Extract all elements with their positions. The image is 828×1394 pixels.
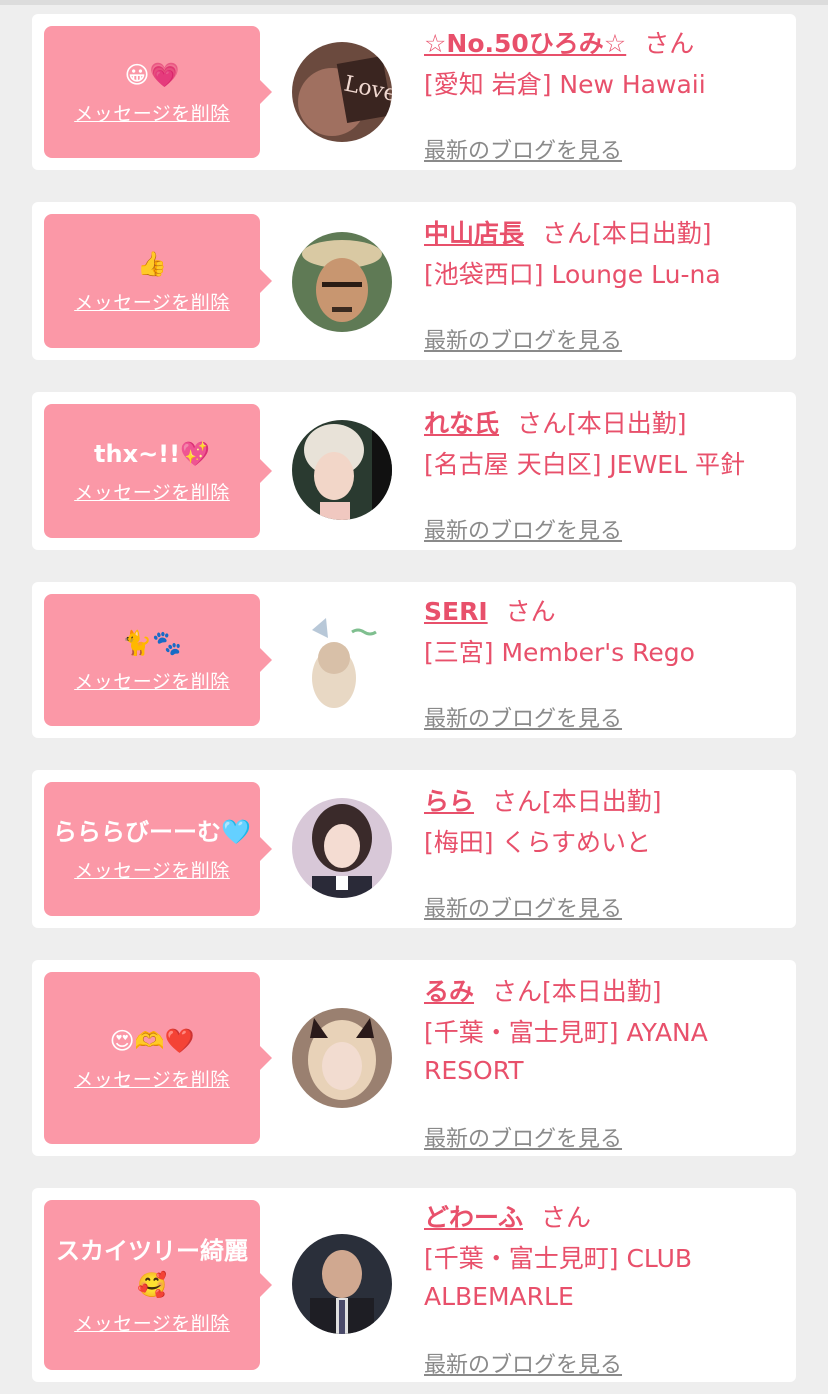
message-text: らららびーーむ🩵 (53, 818, 251, 846)
name-line: らら さん[本日出勤] (424, 786, 784, 818)
avatar[interactable] (292, 798, 392, 898)
avatar[interactable] (292, 1234, 392, 1334)
shop-info: [愛知 岩倉] New Hawaii (424, 70, 706, 99)
message-text: 😍🫶❤️ (109, 1027, 195, 1055)
list-item: らららびーーむ🩵 メッセージを削除 らら さん[本日出勤] [梅田] くらすめいと… (32, 770, 796, 928)
user-name-link[interactable]: らら (424, 787, 474, 816)
shop-info: [名古屋 天白区] JEWEL 平針 (424, 450, 745, 479)
list-item: thx~!!💖 メッセージを削除 れな氏 さん[本日出勤] [名古屋 天白区] J… (32, 392, 796, 550)
honorific-status: さん[本日出勤] (492, 787, 662, 816)
list-item: 👍 メッセージを削除 中山店長 さん[本日出勤] [池袋西口] Lounge Lu… (32, 202, 796, 360)
name-line: ☆No.50ひろみ☆ さん (424, 28, 784, 60)
user-name-link[interactable]: どわーふ (424, 1203, 523, 1232)
message-bubble: 🐈🐾 メッセージを削除 (44, 594, 272, 726)
avatar[interactable] (292, 420, 392, 520)
honorific-status: さん (505, 597, 556, 626)
honorific-status: さん (541, 1203, 592, 1232)
name-line: るみ さん[本日出勤] (424, 976, 784, 1008)
user-name-link[interactable]: れな氏 (424, 409, 499, 438)
delete-message-link[interactable]: メッセージを削除 (74, 291, 230, 315)
name-line: SERI さん (424, 596, 784, 628)
honorific-status: さん[本日出勤] (542, 219, 712, 248)
avatar[interactable]: Love (292, 42, 392, 142)
delete-message-link[interactable]: メッセージを削除 (74, 670, 230, 694)
delete-message-link[interactable]: メッセージを削除 (74, 481, 230, 505)
message-text: スカイツリー綺麗🥰 (56, 1237, 248, 1299)
user-name-link[interactable]: るみ (424, 977, 474, 1006)
avatar[interactable] (292, 610, 392, 710)
shop-info: [千葉・富士見町] AYANA RESORT (424, 1018, 708, 1085)
avatar[interactable] (292, 1008, 392, 1108)
name-line: れな氏 さん[本日出勤] (424, 408, 784, 440)
top-divider (0, 0, 828, 5)
latest-blog-link[interactable]: 最新のブログを見る (424, 1352, 622, 1380)
honorific-status: さん (644, 29, 695, 58)
list-item: 😀💗 メッセージを削除 Love ☆No.50ひろみ☆ さん [愛知 岩倉] Ne… (32, 14, 796, 170)
latest-blog-link[interactable]: 最新のブログを見る (424, 138, 622, 166)
latest-blog-link[interactable]: 最新のブログを見る (424, 328, 622, 356)
message-text: 😀💗 (124, 61, 180, 89)
avatar[interactable] (292, 232, 392, 332)
name-line: どわーふ さん (424, 1202, 784, 1234)
message-text: 🐈🐾 (122, 629, 182, 657)
latest-blog-link[interactable]: 最新のブログを見る (424, 706, 622, 734)
honorific-status: さん[本日出勤] (492, 977, 662, 1006)
name-line: 中山店長 さん[本日出勤] (424, 218, 784, 250)
honorific-status: さん[本日出勤] (517, 409, 687, 438)
message-text: thx~!!💖 (94, 440, 210, 468)
message-bubble: らららびーーむ🩵 メッセージを削除 (44, 782, 272, 916)
message-bubble: thx~!!💖 メッセージを削除 (44, 404, 272, 538)
message-bubble: 👍 メッセージを削除 (44, 214, 272, 348)
message-bubble: 😍🫶❤️ メッセージを削除 (44, 972, 272, 1144)
list-item: 😍🫶❤️ メッセージを削除 るみ さん[本日出勤] [千葉・富士見町] AYANA… (32, 960, 796, 1156)
delete-message-link[interactable]: メッセージを削除 (74, 1312, 230, 1336)
list-item: 🐈🐾 メッセージを削除 SERI さん [三宮] Member's Rego 最新… (32, 582, 796, 738)
list-item: スカイツリー綺麗🥰 メッセージを削除 どわーふ さん [千葉・富士見町] CLUB… (32, 1188, 796, 1382)
shop-info: [千葉・富士見町] CLUB ALBEMARLE (424, 1244, 693, 1311)
user-name-link[interactable]: 中山店長 (424, 219, 524, 248)
latest-blog-link[interactable]: 最新のブログを見る (424, 518, 622, 546)
latest-blog-link[interactable]: 最新のブログを見る (424, 896, 622, 924)
shop-info: [池袋西口] Lounge Lu-na (424, 260, 721, 289)
delete-message-link[interactable]: メッセージを削除 (74, 102, 230, 126)
message-bubble: スカイツリー綺麗🥰 メッセージを削除 (44, 1200, 272, 1370)
shop-info: [梅田] くらすめいと (424, 828, 651, 857)
delete-message-link[interactable]: メッセージを削除 (74, 859, 230, 883)
user-name-link[interactable]: ☆No.50ひろみ☆ (424, 29, 626, 58)
message-bubble: 😀💗 メッセージを削除 (44, 26, 272, 158)
shop-info: [三宮] Member's Rego (424, 638, 695, 667)
latest-blog-link[interactable]: 最新のブログを見る (424, 1126, 622, 1154)
user-name-link[interactable]: SERI (424, 597, 488, 626)
message-text: 👍 (137, 250, 167, 278)
delete-message-link[interactable]: メッセージを削除 (74, 1068, 230, 1092)
